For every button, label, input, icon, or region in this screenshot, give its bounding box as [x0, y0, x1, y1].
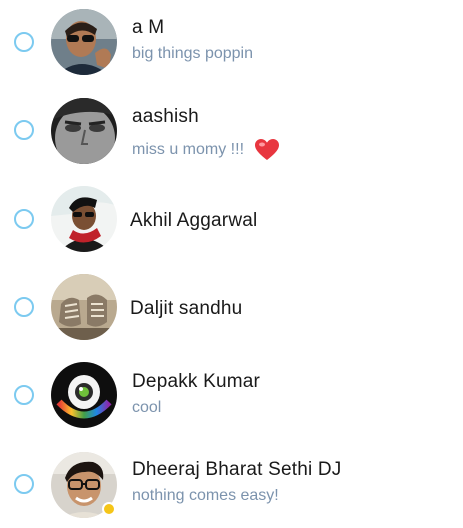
heart-icon: [254, 138, 280, 162]
avatar-man-red-scarf-icon: [51, 186, 117, 252]
select-circle[interactable]: [14, 385, 34, 405]
contact-list: a M big things poppin aashish miss u mom…: [0, 0, 463, 528]
contact-name: Depakk Kumar: [132, 371, 261, 392]
contact-mood: cool: [132, 399, 162, 416]
select-circle[interactable]: [14, 209, 34, 229]
contact-name: Akhil Aggarwal: [130, 210, 258, 231]
contact-mood: miss u momy !!!: [132, 138, 280, 162]
select-circle[interactable]: [14, 474, 34, 494]
avatar: [51, 362, 117, 428]
contact-row[interactable]: Depakk Kumar cool: [0, 352, 463, 440]
select-circle[interactable]: [14, 32, 34, 52]
away-status-icon: [102, 502, 116, 516]
select-circle[interactable]: [14, 120, 34, 140]
contact-mood: nothing comes easy!: [132, 487, 279, 504]
avatar: [51, 186, 117, 252]
avatar-eye-logo-icon: [51, 362, 117, 428]
select-circle[interactable]: [14, 297, 34, 317]
contact-row[interactable]: aashish miss u momy !!!: [0, 88, 463, 176]
contact-row[interactable]: a M big things poppin: [0, 0, 463, 88]
contact-row[interactable]: Daljit sandhu: [0, 264, 463, 352]
contact-mood: big things poppin: [132, 45, 253, 62]
contact-row[interactable]: Akhil Aggarwal: [0, 176, 463, 264]
contact-name: Daljit sandhu: [130, 298, 243, 319]
contact-name: Dheeraj Bharat Sethi DJ: [132, 459, 342, 480]
avatar: [51, 9, 117, 75]
avatar-sunglasses-man-icon: [51, 9, 117, 75]
avatar: [51, 274, 117, 340]
contact-name: aashish: [132, 106, 199, 127]
mood-text: miss u momy !!!: [132, 141, 245, 159]
contact-name: a M: [132, 17, 165, 38]
avatar-sneakers-photo-icon: [51, 274, 117, 340]
avatar-grayscale-face-icon: [51, 98, 117, 164]
avatar: [51, 98, 117, 164]
contact-row[interactable]: Dheeraj Bharat Sethi DJ nothing comes ea…: [0, 440, 463, 528]
